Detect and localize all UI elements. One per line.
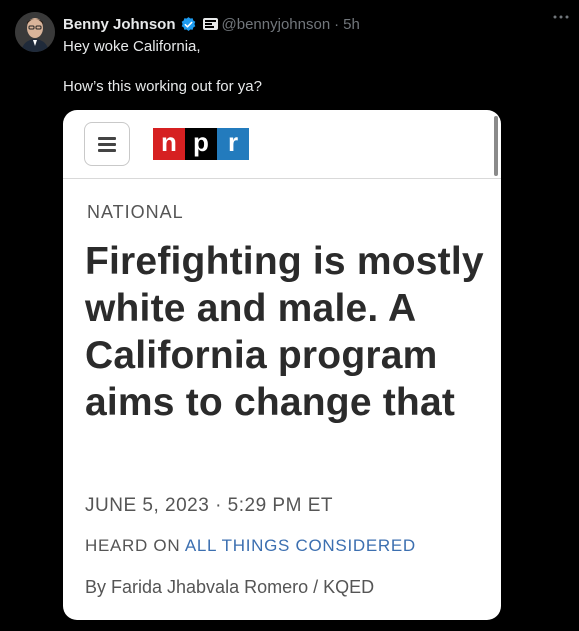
npr-logo-r: r — [217, 127, 249, 160]
heard-on-prefix: HEARD ON — [85, 536, 181, 555]
avatar-image — [15, 12, 55, 52]
npr-header-bar: n p r — [63, 110, 501, 179]
npr-logo: n p r — [153, 127, 249, 160]
separator-dot: · — [334, 15, 340, 33]
heard-on-show: ALL THINGS CONSIDERED — [184, 536, 416, 555]
article-byline: By Farida Jhabvala Romero / KQED — [85, 577, 375, 597]
article-image-card[interactable]: n p r NATIONAL Firefighting is mostly wh… — [63, 110, 501, 620]
avatar[interactable] — [15, 12, 55, 52]
heard-on-line: HEARD ON ALL THINGS CONSIDERED — [85, 536, 416, 556]
verified-badge-icon — [180, 16, 197, 33]
npr-logo-n: n — [153, 127, 185, 160]
tweet-text: Hey woke California, How’s this working … — [63, 37, 559, 97]
more-options-icon[interactable] — [551, 10, 571, 24]
section-label: NATIONAL — [87, 202, 184, 222]
display-name[interactable]: Benny Johnson — [63, 16, 176, 33]
handle[interactable]: @bennyjohnson — [222, 16, 331, 33]
article-date: JUNE 5, 2023 · 5:29 PM ET — [85, 495, 333, 516]
scrollbar-thumb — [494, 116, 498, 176]
hamburger-menu-icon — [84, 122, 130, 166]
tweet-text-line: Hey woke California, — [63, 38, 201, 55]
tweet-text-line: How’s this working out for ya? — [63, 78, 262, 95]
npr-logo-p: p — [185, 127, 217, 160]
affiliate-badge-icon[interactable] — [202, 18, 218, 30]
timestamp[interactable]: 5h — [343, 16, 360, 33]
article-headline: Firefighting is mostly white and male. A… — [85, 240, 484, 424]
tweet-header: Benny Johnson @bennyjohnson · 5h — [63, 14, 539, 34]
